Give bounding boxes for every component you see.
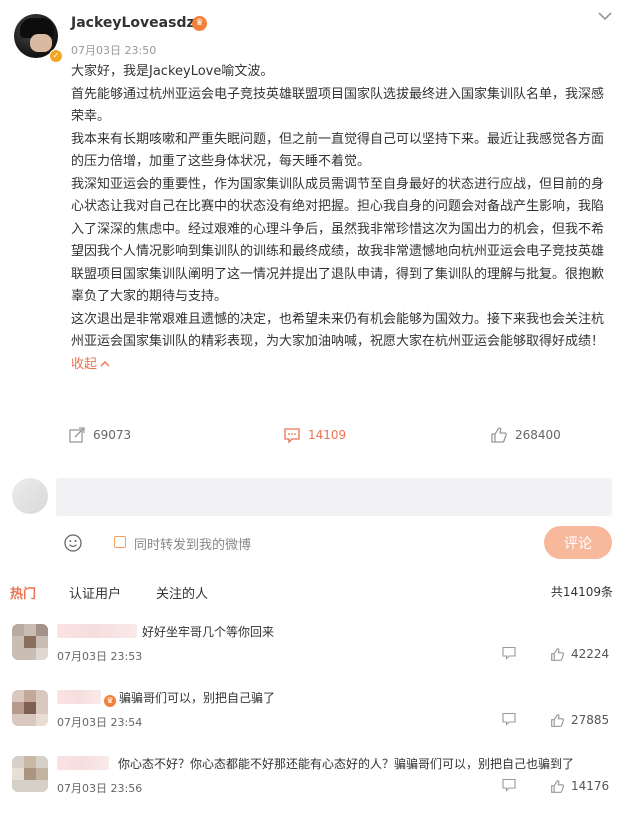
- comment-item: 你心态不好？你心态都能不好那还能有心态好的人？骗骗哥们可以，别把自己也骗到了 0…: [0, 756, 623, 822]
- like-button[interactable]: 268400: [490, 424, 561, 446]
- comment-total: 共14109条: [550, 585, 613, 599]
- post-action-bar: 69073 14109 268400: [0, 424, 623, 446]
- comment-button[interactable]: 14109: [283, 424, 346, 446]
- verified-badge-icon: ✓: [49, 49, 63, 63]
- commenter-name[interactable]: [57, 756, 109, 770]
- post-paragraph: 首先能够通过杭州亚运会电子竞技英雄联盟项目国家队选拔最终进入国家集训队名单，我深…: [71, 86, 605, 125]
- comment-icon: [284, 428, 300, 444]
- repost-checkbox-label[interactable]: 同时转发到我的微博: [134, 534, 251, 553]
- avatar-pixel: [24, 768, 36, 780]
- post-paragraph-last: 这次退出是非常艰难且遗憾的决定，也希望未来仍有机会能够为国效力。接下来我也会关注…: [71, 309, 611, 377]
- post-body: 大家好，我是JackeyLove喻文波。 首先能够通过杭州亚运会电子竞技英雄联盟…: [71, 61, 611, 376]
- thumbs-up-icon: [551, 647, 565, 661]
- avatar-pixel: [36, 714, 48, 726]
- comment-item: 好好坐牢哥几个等你回来 07月03日 23:53 42224: [0, 624, 623, 690]
- thumbs-up-icon: [551, 779, 565, 793]
- tab-hot[interactable]: 热门: [10, 583, 36, 602]
- comment-text-wrap: ♛ 骗骗哥们可以，别把自己骗了: [104, 689, 275, 707]
- post-header: ✓ JackeyLoveasdzz ♛ 07月03日 23:50: [0, 0, 623, 63]
- repost-checkbox[interactable]: [114, 536, 126, 548]
- avatar-pixel: [24, 636, 36, 648]
- post-last-text: 这次退出是非常艰难且遗憾的决定，也希望未来仍有机会能够为国效力。接下来我也会关注…: [71, 311, 605, 350]
- comment-text: 你心态不好？你心态都能不好那还能有心态好的人？骗骗哥们可以，别把自己也骗到了: [118, 757, 575, 771]
- chevron-up-icon: [100, 360, 110, 366]
- vip-badge-icon: ♛: [104, 695, 116, 707]
- comment-text: 好好坐牢哥几个等你回来: [142, 625, 275, 639]
- comment-like-button[interactable]: 14176: [550, 778, 609, 794]
- commenter-name[interactable]: [57, 690, 101, 704]
- comment-time: 07月03日 23:54: [57, 716, 143, 729]
- repost-button[interactable]: 69073: [68, 424, 131, 446]
- avatar-pixel: [36, 624, 48, 636]
- reply-icon[interactable]: [502, 646, 516, 660]
- commenter-avatar[interactable]: [12, 624, 48, 660]
- commenter-name[interactable]: [57, 624, 137, 638]
- comment-like-button[interactable]: 27885: [550, 712, 609, 728]
- like-count: 268400: [515, 428, 561, 442]
- reply-icon[interactable]: [502, 712, 516, 726]
- tab-verified[interactable]: 认证用户: [69, 583, 121, 602]
- comment-time: 07月03日 23:53: [57, 650, 143, 663]
- collapse-link[interactable]: 收起: [71, 357, 110, 372]
- comment-input[interactable]: [56, 478, 612, 516]
- thumbs-up-icon: [491, 427, 507, 443]
- comment-time: 07月03日 23:56: [57, 782, 143, 795]
- commenter-avatar[interactable]: [12, 756, 48, 792]
- avatar-pixel: [24, 756, 36, 768]
- comment-tabs: 热门 认证用户 关注的人 共14109条: [0, 583, 623, 603]
- collapse-label: 收起: [71, 356, 98, 372]
- avatar-pixel: [24, 690, 36, 702]
- vip-crown-icon: ♛: [192, 16, 207, 31]
- comment-like-count: 14176: [571, 779, 610, 793]
- thumbs-up-icon: [551, 713, 565, 727]
- post-timestamp[interactable]: 07月03日 23:50: [71, 42, 156, 58]
- comment-text: 骗骗哥们可以，别把自己骗了: [119, 691, 276, 705]
- comment-like-button[interactable]: 42224: [550, 646, 609, 662]
- avatar-pixel: [12, 624, 24, 636]
- comment-item: ♛ 骗骗哥们可以，别把自己骗了 07月03日 23:54 27885: [0, 690, 623, 756]
- avatar-pixel: [12, 768, 24, 780]
- repost-count: 69073: [93, 428, 132, 442]
- comment-like-count: 42224: [571, 647, 610, 661]
- avatar-pixel: [36, 648, 48, 660]
- comment-like-count: 27885: [571, 713, 610, 727]
- commenter-avatar[interactable]: [12, 690, 48, 726]
- emoji-icon[interactable]: [63, 533, 83, 553]
- post-paragraph: 我本来有长期咳嗽和严重失眠问题，但之前一直觉得自己可以坚持下来。最近让我感觉各方…: [71, 131, 605, 170]
- post-paragraph: 我深知亚运会的重要性，作为国家集训队成员需调节至自身最好的状态进行应战，但目前的…: [71, 176, 605, 305]
- submit-comment-button[interactable]: 评论: [544, 526, 612, 559]
- comment-count: 14109: [308, 428, 347, 442]
- chevron-down-icon[interactable]: [597, 10, 613, 22]
- avatar-pixel: [12, 702, 24, 714]
- author-name[interactable]: JackeyLoveasdzz: [71, 15, 203, 31]
- current-user-avatar: [12, 478, 48, 514]
- avatar-pixel: [36, 768, 48, 780]
- avatar-pixel: [24, 702, 36, 714]
- reply-icon[interactable]: [502, 778, 516, 792]
- repost-icon: [69, 427, 85, 443]
- tab-followed[interactable]: 关注的人: [156, 583, 208, 602]
- post-paragraph: 大家好，我是JackeyLove喻文波。: [71, 64, 274, 79]
- avatar-face: [30, 34, 52, 52]
